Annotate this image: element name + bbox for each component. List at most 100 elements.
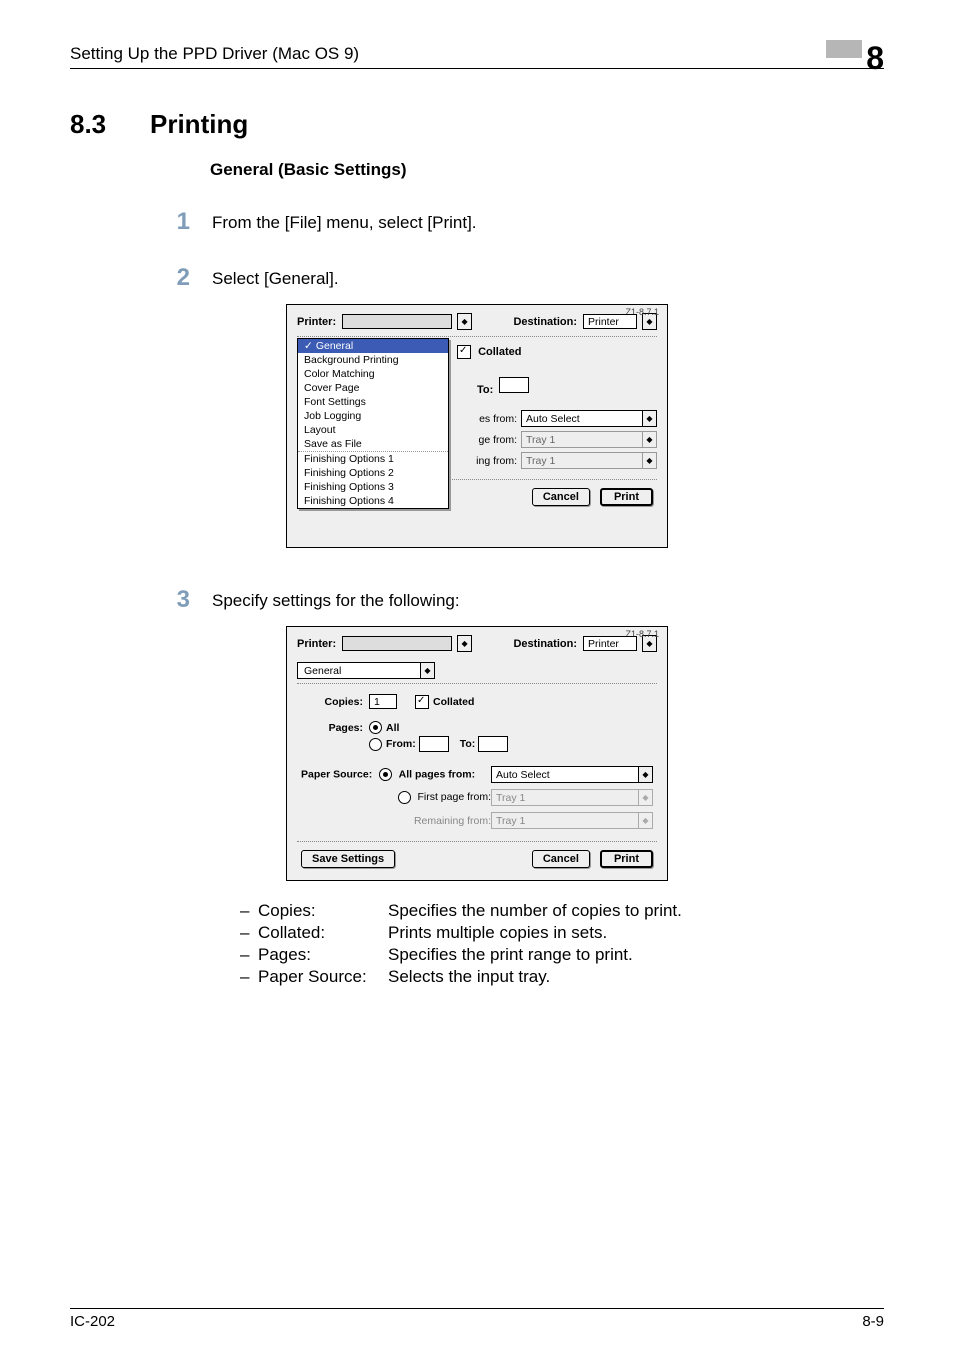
step-number: 2 [150, 264, 190, 292]
destination-label: Destination: [513, 638, 577, 650]
chapter-indicator: 8 [826, 40, 884, 64]
print-dialog-general: Z1-8.7.1 Printer: ◆ Destination: Printer… [286, 626, 668, 881]
save-settings-button[interactable]: Save Settings [301, 850, 395, 868]
print-button[interactable]: Print [600, 850, 653, 868]
menu-item-color-matching[interactable]: Color Matching [298, 367, 448, 381]
printer-label: Printer: [297, 316, 336, 328]
legend-value: Specifies the print range to print. [388, 945, 633, 965]
panel-dropdown-menu[interactable]: General Background Printing Color Matchi… [297, 338, 449, 509]
print-dialog-menu-open: Z1-8.7.1 Printer: ◆ Destination: Printer… [286, 304, 668, 548]
menu-item-general[interactable]: General [298, 339, 448, 353]
all-pages-select[interactable]: Auto Select [491, 766, 639, 783]
destination-label: Destination: [513, 316, 577, 328]
pages-all-label: All [386, 722, 399, 734]
legend-value: Specifies the number of copies to print. [388, 901, 682, 921]
print-button[interactable]: Print [600, 488, 653, 506]
step-text: From the [File] menu, select [Print]. [212, 208, 477, 233]
copies-label: Copies: [301, 696, 369, 708]
section-title: Printing [150, 109, 248, 140]
paper-source-label: Paper Source: [301, 768, 372, 780]
printer-label: Printer: [297, 638, 336, 650]
step-text: Select [General]. [212, 264, 339, 289]
step-number: 3 [150, 586, 190, 614]
all-pages-select[interactable]: Auto Select [521, 410, 643, 427]
all-pages-radio[interactable] [379, 768, 392, 781]
page-header: Setting Up the PPD Driver (Mac OS 9) 8 [70, 40, 884, 69]
menu-item-job-logging[interactable]: Job Logging [298, 409, 448, 423]
from-input[interactable] [419, 736, 449, 752]
header-title: Setting Up the PPD Driver (Mac OS 9) [70, 44, 359, 64]
menu-item-finishing-4[interactable]: Finishing Options 4 [298, 494, 448, 508]
to-label: To: [460, 738, 476, 750]
menu-item-finishing-1[interactable]: Finishing Options 1 [298, 452, 448, 466]
dropdown-arrow-icon: ◆ [642, 452, 657, 469]
step-1: 1 From the [File] menu, select [Print]. [70, 208, 884, 236]
dropdown-arrow-icon[interactable]: ◆ [457, 635, 472, 652]
to-label: To: [477, 384, 493, 396]
collated-checkbox[interactable] [457, 345, 471, 359]
es-from-label: es from: [457, 413, 521, 425]
dropdown-arrow-icon[interactable]: ◆ [642, 410, 657, 427]
dropdown-arrow-icon[interactable]: ◆ [457, 313, 472, 330]
legend-key: Copies: [258, 901, 388, 921]
collated-label: Collated [478, 346, 521, 358]
dropdown-arrow-icon: ◆ [642, 431, 657, 448]
collated-checkbox[interactable] [415, 695, 429, 709]
footer-left: IC-202 [70, 1313, 115, 1330]
first-page-select: Tray 1 [521, 431, 643, 448]
first-page-label: First page from: [417, 791, 491, 803]
menu-item-layout[interactable]: Layout [298, 423, 448, 437]
copies-input[interactable]: 1 [369, 694, 397, 709]
destination-select[interactable]: Printer [583, 636, 637, 651]
pages-label: Pages: [301, 722, 369, 734]
menu-item-finishing-2[interactable]: Finishing Options 2 [298, 466, 448, 480]
panel-select[interactable]: General ◆ [297, 662, 435, 679]
legend-value: Prints multiple copies in sets. [388, 923, 607, 943]
menu-item-font-settings[interactable]: Font Settings [298, 395, 448, 409]
section-number: 8.3 [70, 109, 150, 140]
remaining-label: Remaining from: [414, 815, 491, 827]
legend-key: Collated: [258, 923, 388, 943]
menu-item-save-as-file[interactable]: Save as File [298, 437, 448, 451]
subsection-title: General (Basic Settings) [210, 160, 884, 180]
dropdown-arrow-icon: ◆ [638, 789, 653, 806]
ing-from-label: ing from: [457, 455, 521, 467]
to-input[interactable] [499, 377, 529, 393]
first-page-radio[interactable] [398, 791, 411, 804]
printer-select[interactable] [342, 314, 452, 329]
settings-legend: –Copies:Specifies the number of copies t… [240, 901, 884, 987]
legend-value: Selects the input tray. [388, 967, 550, 987]
pages-all-radio[interactable] [369, 721, 382, 734]
cancel-button[interactable]: Cancel [532, 488, 590, 506]
collated-label: Collated [433, 696, 474, 708]
printer-select[interactable] [342, 636, 452, 651]
chapter-number: 8 [866, 46, 884, 70]
legend-key: Paper Source: [258, 967, 388, 987]
pages-from-label: From: [386, 738, 416, 750]
page-footer: IC-202 8-9 [70, 1308, 884, 1330]
to-input[interactable] [478, 736, 508, 752]
step-text: Specify settings for the following: [212, 586, 460, 611]
remaining-select: Tray 1 [491, 812, 639, 829]
step-3: 3 Specify settings for the following: [70, 586, 884, 614]
remaining-select: Tray 1 [521, 452, 643, 469]
menu-item-background-printing[interactable]: Background Printing [298, 353, 448, 367]
footer-right: 8-9 [862, 1313, 884, 1330]
destination-select[interactable]: Printer [583, 314, 637, 329]
all-pages-label: All pages from: [399, 768, 475, 780]
pages-from-radio[interactable] [369, 738, 382, 751]
step-2: 2 Select [General]. [70, 264, 884, 292]
dropdown-arrow-icon[interactable]: ◆ [638, 766, 653, 783]
menu-item-cover-page[interactable]: Cover Page [298, 381, 448, 395]
panel-value: General [297, 662, 421, 679]
ge-from-label: ge from: [457, 434, 521, 446]
cancel-button[interactable]: Cancel [532, 850, 590, 868]
chapter-gray-box [826, 40, 862, 58]
section-heading: 8.3 Printing [70, 109, 884, 140]
step-number: 1 [150, 208, 190, 236]
dropdown-arrow-icon: ◆ [638, 812, 653, 829]
first-page-select: Tray 1 [491, 789, 639, 806]
dropdown-arrow-icon[interactable]: ◆ [420, 662, 435, 679]
menu-item-finishing-3[interactable]: Finishing Options 3 [298, 480, 448, 494]
legend-key: Pages: [258, 945, 388, 965]
